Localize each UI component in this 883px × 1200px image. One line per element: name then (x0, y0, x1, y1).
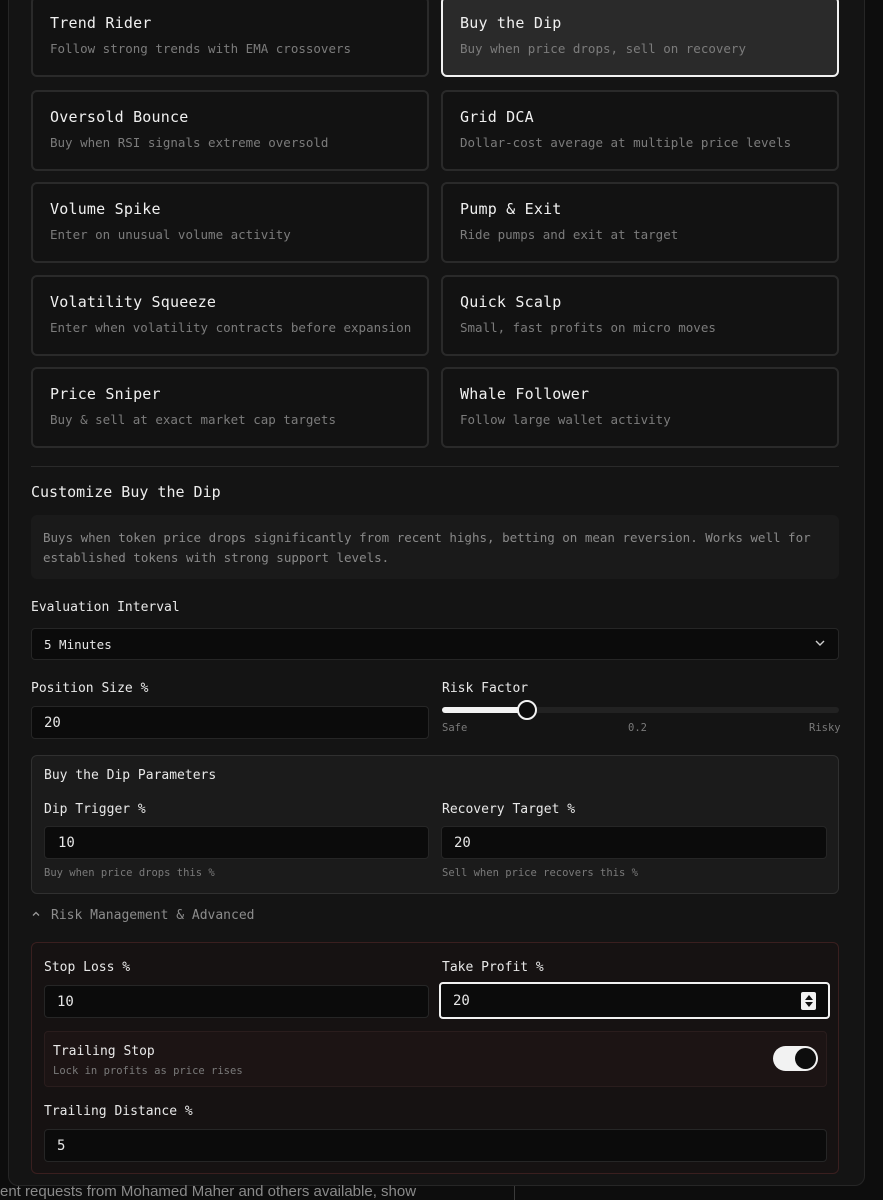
strategy-card-desc: Follow strong trends with EMA crossovers (50, 41, 352, 56)
strategy-card-grid-dca[interactable]: Grid DCA Dollar-cost average at multiple… (441, 90, 839, 171)
dip-trigger-input[interactable]: 10 (44, 826, 429, 859)
trailing-stop-toggle[interactable] (773, 1046, 818, 1071)
position-size-label: Position Size % (31, 681, 149, 696)
take-profit-label: Take Profit % (442, 960, 544, 975)
stop-loss-label: Stop Loss % (44, 960, 131, 975)
strategy-card-desc: Buy when RSI signals extreme oversold (50, 135, 329, 150)
strategy-card-pump-exit[interactable]: Pump & Exit Ride pumps and exit at targe… (441, 182, 839, 263)
section-divider (31, 466, 839, 467)
strategy-card-desc: Follow large wallet activity (460, 412, 671, 427)
trailing-distance-value: 5 (57, 1137, 66, 1154)
strategy-card-title: Quick Scalp (460, 293, 562, 311)
position-size-value: 20 (44, 714, 61, 731)
strategy-card-quick-scalp[interactable]: Quick Scalp Small, fast profits on micro… (441, 275, 839, 356)
strategy-card-title: Whale Follower (460, 385, 590, 403)
dip-trigger-value: 10 (58, 834, 75, 851)
background-divider (514, 1186, 515, 1200)
trailing-distance-label: Trailing Distance % (44, 1104, 193, 1119)
stop-loss-value: 10 (57, 993, 74, 1010)
take-profit-value: 20 (453, 992, 470, 1009)
strategy-card-oversold-bounce[interactable]: Oversold Bounce Buy when RSI signals ext… (31, 90, 429, 171)
recovery-target-hint: Sell when price recovers this % (442, 867, 638, 879)
risk-management-label: Risk Management & Advanced (51, 908, 255, 923)
evaluation-interval-select[interactable]: 5 Minutes (31, 628, 839, 660)
strategy-card-title: Volume Spike (50, 200, 161, 218)
strategy-card-desc: Enter when volatility contracts before e… (50, 320, 412, 335)
toggle-knob (795, 1048, 816, 1069)
trailing-distance-input[interactable]: 5 (44, 1129, 827, 1162)
strategy-card-buy-the-dip[interactable]: Buy the Dip Buy when price drops, sell o… (441, 0, 839, 77)
recovery-target-input[interactable]: 20 (441, 826, 827, 859)
risk-min-label: Safe (442, 722, 468, 734)
trailing-stop-row (44, 1031, 827, 1087)
strategy-card-title: Grid DCA (460, 108, 534, 126)
strategy-card-desc: Ride pumps and exit at target (460, 227, 679, 242)
slider-fill (442, 707, 522, 713)
risk-value-label: 0.2 (628, 722, 647, 734)
customize-title: Customize Buy the Dip (31, 483, 221, 501)
dip-trigger-label: Dip Trigger % (44, 802, 146, 817)
risk-max-label: Risky (809, 722, 841, 734)
stop-loss-input[interactable]: 10 (44, 985, 429, 1018)
chevron-up-icon (31, 908, 41, 923)
recovery-target-value: 20 (454, 834, 471, 851)
strategy-card-desc: Buy when price drops, sell on recovery (460, 41, 746, 56)
background-text: ent requests from Mohamed Maher and othe… (0, 1183, 417, 1200)
dip-parameters-title: Buy the Dip Parameters (44, 768, 217, 783)
strategy-card-desc: Buy & sell at exact market cap targets (50, 412, 336, 427)
strategy-card-title: Volatility Squeeze (50, 293, 217, 311)
strategy-card-volume-spike[interactable]: Volume Spike Enter on unusual volume act… (31, 182, 429, 263)
dip-trigger-hint: Buy when price drops this % (44, 867, 215, 879)
evaluation-interval-label: Evaluation Interval (31, 600, 180, 615)
strategy-card-desc: Small, fast profits on micro moves (460, 320, 716, 335)
strategy-card-desc: Enter on unusual volume activity (50, 227, 291, 242)
strategy-card-title: Pump & Exit (460, 200, 562, 218)
strategy-card-price-sniper[interactable]: Price Sniper Buy & sell at exact market … (31, 367, 429, 448)
trailing-stop-label: Trailing Stop (53, 1044, 155, 1059)
strategy-description: Buys when token price drops significantl… (31, 515, 839, 579)
strategy-card-title: Oversold Bounce (50, 108, 189, 126)
risk-factor-label: Risk Factor (442, 681, 529, 696)
risk-factor-slider[interactable] (442, 700, 839, 720)
number-spinner-icon[interactable] (801, 992, 816, 1010)
chevron-down-icon (814, 637, 826, 652)
position-size-input[interactable]: 20 (31, 706, 429, 739)
recovery-target-label: Recovery Target % (442, 802, 576, 817)
risk-management-toggle[interactable]: Risk Management & Advanced (31, 908, 255, 923)
strategy-card-desc: Dollar-cost average at multiple price le… (460, 135, 792, 150)
evaluation-interval-value: 5 Minutes (44, 636, 112, 652)
strategy-card-trend-rider[interactable]: Trend Rider Follow strong trends with EM… (31, 0, 429, 77)
strategy-card-volatility-squeeze[interactable]: Volatility Squeeze Enter when volatility… (31, 275, 429, 356)
strategy-card-title: Trend Rider (50, 14, 152, 32)
strategy-card-title: Price Sniper (50, 385, 161, 403)
strategy-card-title: Buy the Dip (460, 14, 562, 32)
trailing-stop-desc: Lock in profits as price rises (53, 1065, 243, 1077)
take-profit-input[interactable]: 20 (439, 982, 830, 1019)
strategy-card-whale-follower[interactable]: Whale Follower Follow large wallet activ… (441, 367, 839, 448)
